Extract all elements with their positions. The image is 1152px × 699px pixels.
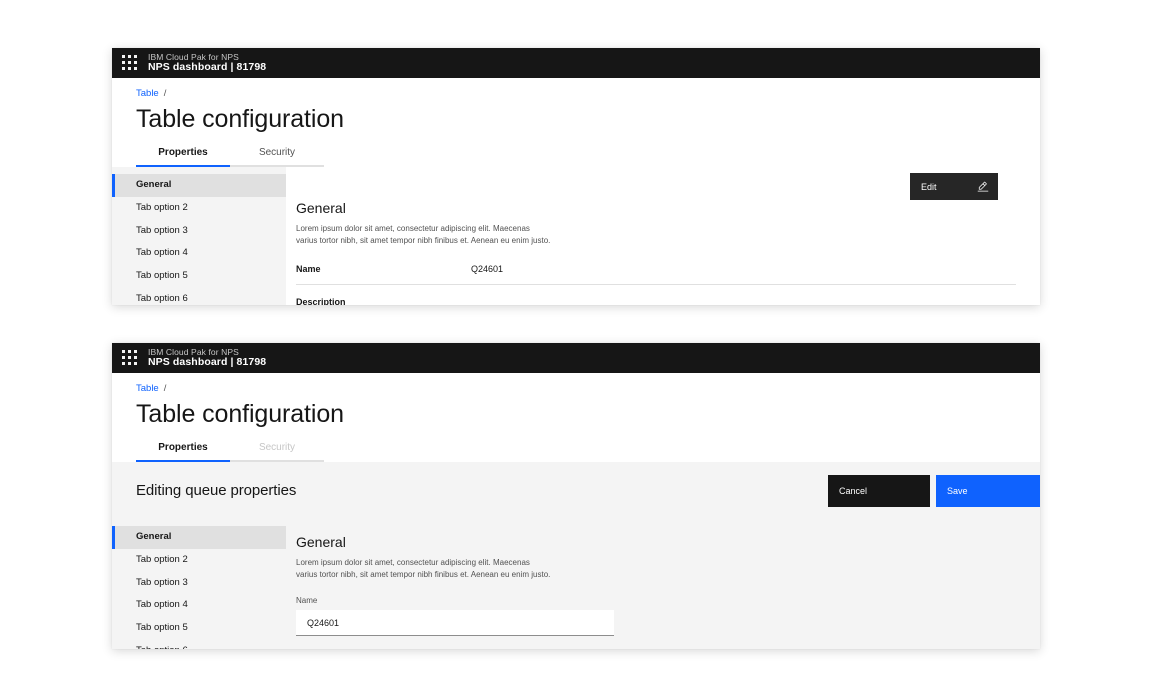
view-body: General Tab option 2 Tab option 3 Tab op… (112, 167, 1040, 305)
sidebar-item-general[interactable]: General (112, 174, 286, 197)
breadcrumb-link-table[interactable]: Table (136, 383, 159, 395)
page-name[interactable]: NPS dashboard | 81798 (148, 357, 266, 368)
tab-properties[interactable]: Properties (136, 436, 230, 462)
side-nav-edit: General Tab option 2 Tab option 3 Tab op… (112, 519, 286, 649)
view-mode-window: IBM Cloud Pak for NPS NPS dashboard | 81… (112, 48, 1040, 305)
breadcrumb-link-table[interactable]: Table (136, 88, 159, 100)
edit-bar-title: Editing queue properties (136, 482, 297, 499)
breadcrumb-separator: / (163, 88, 167, 99)
edit-button-label: Edit (921, 181, 937, 192)
field-group-name: Name (296, 596, 614, 637)
cancel-button[interactable]: Cancel (828, 474, 930, 507)
save-button[interactable]: Save (936, 474, 1040, 507)
sidebar-item-tab-option-6[interactable]: Tab option 6 (112, 288, 286, 305)
breadcrumb: Table / (136, 382, 1040, 395)
section-description: Lorem ipsum dolor sit amet, consectetur … (296, 558, 551, 579)
sidebar-item-general[interactable]: General (112, 526, 286, 549)
grid-3x3-icon[interactable] (122, 55, 138, 71)
edit-general-form: General Lorem ipsum dolor sit amet, cons… (286, 519, 1040, 649)
tab-properties[interactable]: Properties (136, 141, 230, 167)
sidebar-item-tab-option-3[interactable]: Tab option 3 (112, 220, 286, 243)
breadcrumb: Table / (136, 87, 1040, 100)
product-header-titles: IBM Cloud Pak for NPS NPS dashboard | 81… (148, 51, 266, 74)
tab-list-edit: Properties Security (136, 436, 1040, 462)
property-value-name: Q24601 (471, 264, 504, 275)
page-name[interactable]: NPS dashboard | 81798 (148, 62, 266, 73)
page-header: Table / Table configuration Properties S… (112, 78, 1040, 167)
product-header-bar-edit: IBM Cloud Pak for NPS NPS dashboard | 81… (112, 343, 1040, 373)
tab-security: Security (230, 436, 324, 462)
tab-security[interactable]: Security (230, 141, 324, 167)
sidebar-item-tab-option-2[interactable]: Tab option 2 (112, 197, 286, 220)
product-name: IBM Cloud Pak for NPS (148, 51, 239, 62)
edit-body: General Tab option 2 Tab option 3 Tab op… (112, 519, 1040, 649)
property-block-description: Description When a text field is so long… (296, 297, 1016, 305)
edit-bar-actions: Cancel Save (828, 474, 1040, 507)
tab-list: Properties Security (136, 141, 1040, 167)
view-content-panel: Edit General Lorem ipsum dolor sit amet,… (286, 167, 1040, 305)
field-label-row-name: Name (296, 596, 614, 605)
screenshot-stage: IBM Cloud Pak for NPS NPS dashboard | 81… (0, 0, 1152, 699)
sidebar-item-tab-option-4[interactable]: Tab option 4 (112, 242, 286, 265)
sidebar-item-tab-option-5[interactable]: Tab option 5 (112, 617, 286, 640)
product-name: IBM Cloud Pak for NPS (148, 346, 239, 357)
field-label-name: Name (296, 596, 318, 606)
sidebar-item-tab-option-2[interactable]: Tab option 2 (112, 549, 286, 572)
breadcrumb-separator: / (163, 383, 167, 394)
sidebar-item-tab-option-6[interactable]: Tab option 6 (112, 640, 286, 649)
property-key-description: Description (296, 297, 346, 305)
page-title: Table configuration (136, 400, 344, 428)
page-title: Table configuration (136, 105, 344, 133)
sidebar-item-tab-option-5[interactable]: Tab option 5 (112, 265, 286, 288)
sidebar-item-tab-option-4[interactable]: Tab option 4 (112, 594, 286, 617)
side-nav: General Tab option 2 Tab option 3 Tab op… (112, 167, 286, 305)
section-title-general: General (296, 534, 346, 550)
section-description: Lorem ipsum dolor sit amet, consectetur … (296, 224, 551, 245)
edit-content-panel: General Lorem ipsum dolor sit amet, cons… (286, 519, 1040, 649)
section-title-general: General (296, 200, 346, 216)
edit-mode-window: IBM Cloud Pak for NPS NPS dashboard | 81… (112, 343, 1040, 649)
property-key-name: Name (296, 264, 321, 275)
name-input[interactable] (296, 610, 614, 637)
edit-action-bar: Editing queue properties Cancel Save (112, 462, 1040, 519)
property-row-name: Name Q24601 (296, 264, 1016, 286)
product-header-bar: IBM Cloud Pak for NPS NPS dashboard | 81… (112, 48, 1040, 78)
grid-3x3-icon[interactable] (122, 350, 138, 366)
sidebar-item-tab-option-3[interactable]: Tab option 3 (112, 572, 286, 595)
product-header-titles-edit: IBM Cloud Pak for NPS NPS dashboard | 81… (148, 346, 266, 369)
edit-button[interactable]: Edit (910, 173, 998, 200)
page-header-edit: Table / Table configuration Properties S… (112, 373, 1040, 462)
pencil-edit-icon (977, 181, 989, 193)
